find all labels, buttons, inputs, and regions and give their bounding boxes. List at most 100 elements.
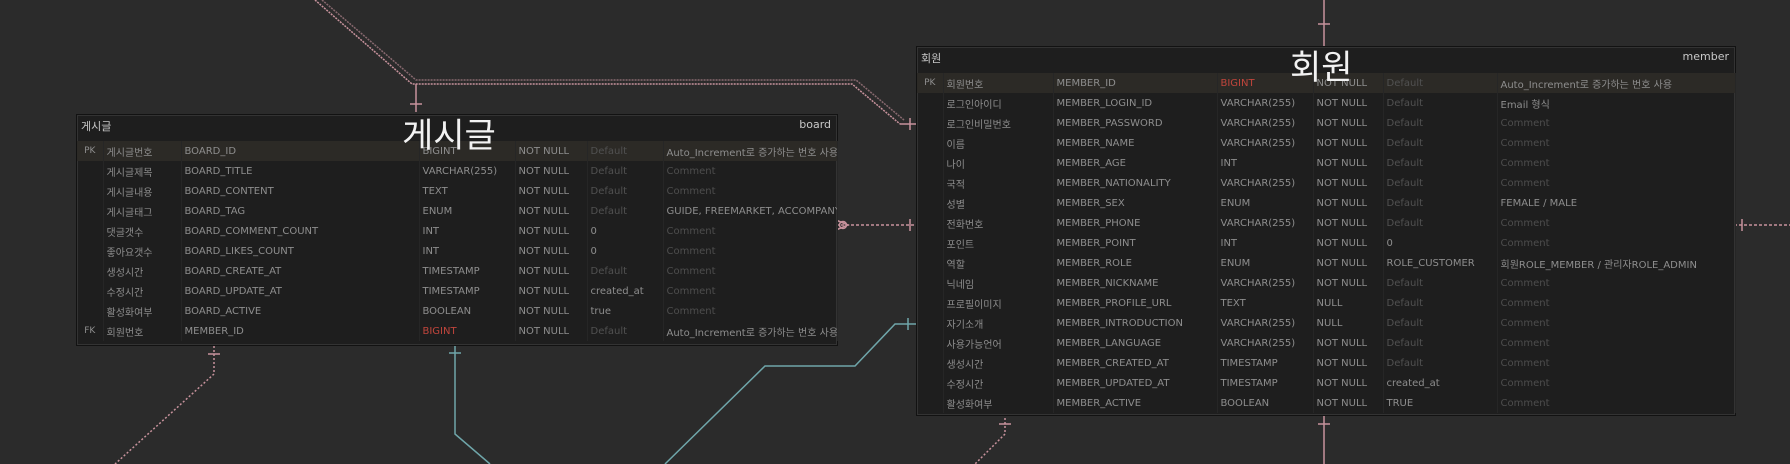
board-default-cell: 0 bbox=[587, 221, 664, 241]
board-nn-cell: NOT NULL bbox=[515, 281, 588, 301]
member-default-cell: Default bbox=[1383, 333, 1498, 353]
relation-line-teal-board bbox=[454, 346, 491, 464]
board-comment-cell: Comment bbox=[663, 161, 838, 181]
board-nn-cell: NOT NULL bbox=[515, 241, 588, 261]
member-column-row[interactable]: 활성화여부 MEMBER_ACTIVE BOOLEAN NOT NULL TRUE Com… bbox=[917, 393, 1736, 413]
board-comment-cell: Comment bbox=[663, 281, 838, 301]
member-column-row[interactable]: 사용가능언어 MEMBER_LANGUAGE VARCHAR(255) NOT NUL… bbox=[917, 333, 1736, 353]
member-physical-cell: MEMBER_PHONE bbox=[1053, 213, 1218, 233]
board-column-row[interactable]: 활성화여부 BOARD_ACTIVE BOOLEAN NOT NULL true Comm… bbox=[77, 301, 838, 321]
board-column-row[interactable]: FK 회원번호 MEMBER_ID BIGINT NOT NULL Default Auto… bbox=[77, 321, 838, 341]
member-nn-cell: NULL bbox=[1313, 313, 1384, 333]
board-physical-cell: BOARD_TAG bbox=[181, 201, 420, 221]
board-physical-cell: BOARD_LIKES_COUNT bbox=[181, 241, 420, 261]
member-nn-cell: NOT NULL bbox=[1313, 133, 1384, 153]
board-type-cell: TIMESTAMP bbox=[419, 281, 516, 301]
member-physical-cell: MEMBER_INTRODUCTION bbox=[1053, 313, 1218, 333]
relation-line-member-bottom-1 bbox=[974, 414, 1006, 464]
board-physical-cell: MEMBER_ID bbox=[181, 321, 420, 341]
member-logical-cell: 활성화여부 bbox=[943, 393, 1054, 413]
board-comment-cell: Auto_Increment로 증가하는 번호 사용 bbox=[663, 141, 838, 161]
board-column-row[interactable]: 게시글태그 BOARD_TAG ENUM NOT NULL Default GUIDE, … bbox=[77, 201, 838, 221]
board-type-cell: INT bbox=[419, 241, 516, 261]
member-column-row[interactable]: 나이 MEMBER_AGE INT NOT NULL Default Comment bbox=[917, 153, 1736, 173]
member-default-cell: created_at bbox=[1383, 373, 1498, 393]
board-key-icon: PK bbox=[77, 141, 104, 161]
board-column-row[interactable]: 댓글갯수 BOARD_COMMENT_COUNT INT NOT NULL 0 Comme… bbox=[77, 221, 838, 241]
member-type-cell: VARCHAR(255) bbox=[1217, 273, 1314, 293]
member-default-cell: Default bbox=[1383, 153, 1498, 173]
board-nn-cell: NOT NULL bbox=[515, 201, 588, 221]
member-header-physical-name: member bbox=[1682, 50, 1729, 63]
board-column-row[interactable]: 게시글내용 BOARD_CONTENT TEXT NOT NULL Default Com… bbox=[77, 181, 838, 201]
board-default-cell: Default bbox=[587, 201, 664, 221]
member-nn-cell: NOT NULL bbox=[1313, 353, 1384, 373]
board-comment-cell: Comment bbox=[663, 221, 838, 241]
member-comment-cell: Comment bbox=[1497, 333, 1736, 353]
member-column-row[interactable]: 국적 MEMBER_NATIONALITY VARCHAR(255) NOT NULL… bbox=[917, 173, 1736, 193]
board-key-cell bbox=[77, 261, 104, 281]
member-column-row[interactable]: 성별 MEMBER_SEX ENUM NOT NULL Default FEMALE / … bbox=[917, 193, 1736, 213]
member-default-cell: Default bbox=[1383, 353, 1498, 373]
member-column-row[interactable]: 자기소개 MEMBER_INTRODUCTION VARCHAR(255) NULL D… bbox=[917, 313, 1736, 333]
member-column-row[interactable]: 역할 MEMBER_ROLE ENUM NOT NULL ROLE_CUSTOMER 회원… bbox=[917, 253, 1736, 273]
member-comment-cell: Comment bbox=[1497, 373, 1736, 393]
member-nn-cell: NOT NULL bbox=[1313, 233, 1384, 253]
member-logical-cell: 로그인아이디 bbox=[943, 93, 1054, 113]
board-columns: PK 게시글번호 BOARD_ID BIGINT NOT NULL Default Auto… bbox=[77, 141, 838, 341]
board-type-cell: TEXT bbox=[419, 181, 516, 201]
board-column-row[interactable]: 좋아요갯수 BOARD_LIKES_COUNT INT NOT NULL 0 Commen… bbox=[77, 241, 838, 261]
member-logical-cell: 이름 bbox=[943, 133, 1054, 153]
member-column-row[interactable]: 생성시간 MEMBER_CREATED_AT TIMESTAMP NOT NULL De… bbox=[917, 353, 1736, 373]
member-default-cell: Default bbox=[1383, 313, 1498, 333]
board-key-cell bbox=[77, 201, 104, 221]
board-comment-cell: Auto_Increment로 증가하는 번호 사용 bbox=[663, 321, 838, 341]
member-column-row[interactable]: 닉네임 MEMBER_NICKNAME VARCHAR(255) NOT NULL De… bbox=[917, 273, 1736, 293]
member-type-cell: VARCHAR(255) bbox=[1217, 213, 1314, 233]
member-key-cell bbox=[917, 273, 944, 293]
member-column-row[interactable]: 포인트 MEMBER_POINT INT NOT NULL 0 Comment bbox=[917, 233, 1736, 253]
member-physical-cell: MEMBER_PASSWORD bbox=[1053, 113, 1218, 133]
board-logical-cell: 게시글태그 bbox=[103, 201, 182, 221]
board-key-cell bbox=[77, 241, 104, 261]
member-comment-cell: FEMALE / MALE bbox=[1497, 193, 1736, 213]
member-default-cell: Default bbox=[1383, 213, 1498, 233]
board-default-cell: Default bbox=[587, 161, 664, 181]
member-key-cell bbox=[917, 173, 944, 193]
board-default-cell: Default bbox=[587, 181, 664, 201]
board-default-cell: true bbox=[587, 301, 664, 321]
member-column-row[interactable]: 로그인비밀번호 MEMBER_PASSWORD VARCHAR(255) NOT NU… bbox=[917, 113, 1736, 133]
member-type-cell: TIMESTAMP bbox=[1217, 353, 1314, 373]
member-column-row[interactable]: 로그인아이디 MEMBER_LOGIN_ID VARCHAR(255) NOT NUL… bbox=[917, 93, 1736, 113]
board-column-row[interactable]: 생성시간 BOARD_CREATE_AT TIMESTAMP NOT NULL Defa… bbox=[77, 261, 838, 281]
member-physical-cell: MEMBER_CREATED_AT bbox=[1053, 353, 1218, 373]
member-column-row[interactable]: 전화번호 MEMBER_PHONE VARCHAR(255) NOT NULL Defa… bbox=[917, 213, 1736, 233]
member-logical-cell: 회원번호 bbox=[943, 73, 1054, 93]
member-comment-cell: Comment bbox=[1497, 293, 1736, 313]
member-type-cell: INT bbox=[1217, 233, 1314, 253]
board-comment-cell: GUIDE, FREEMARKET, ACCOMPANY, TIP bbox=[663, 201, 838, 221]
member-type-cell: VARCHAR(255) bbox=[1217, 113, 1314, 133]
board-header-logical-name: 게시글 bbox=[81, 120, 112, 133]
board-type-cell: BOOLEAN bbox=[419, 301, 516, 321]
member-column-row[interactable]: 프로필이미지 MEMBER_PROFILE_URL TEXT NULL Default C… bbox=[917, 293, 1736, 313]
member-type-cell: BOOLEAN bbox=[1217, 393, 1314, 413]
board-column-row[interactable]: 게시글제목 BOARD_TITLE VARCHAR(255) NOT NULL Defa… bbox=[77, 161, 838, 181]
member-type-cell: VARCHAR(255) bbox=[1217, 133, 1314, 153]
member-nn-cell: NOT NULL bbox=[1313, 193, 1384, 213]
member-column-row[interactable]: 수정시간 MEMBER_UPDATED_AT TIMESTAMP NOT NULL cr… bbox=[917, 373, 1736, 393]
member-logical-cell: 닉네임 bbox=[943, 273, 1054, 293]
member-nn-cell: NOT NULL bbox=[1313, 173, 1384, 193]
member-table[interactable]: 회원 member PK 회원번호 MEMBER_ID BIGINT NOT NULL D… bbox=[916, 46, 1736, 416]
member-physical-cell: MEMBER_NAME bbox=[1053, 133, 1218, 153]
member-comment-cell: Comment bbox=[1497, 173, 1736, 193]
member-default-cell: Default bbox=[1383, 273, 1498, 293]
member-key-cell bbox=[917, 93, 944, 113]
member-default-cell: Default bbox=[1383, 73, 1498, 93]
member-type-cell: VARCHAR(255) bbox=[1217, 173, 1314, 193]
board-column-row[interactable]: 수정시간 BOARD_UPDATE_AT TIMESTAMP NOT NULL crea… bbox=[77, 281, 838, 301]
member-comment-cell: Comment bbox=[1497, 393, 1736, 413]
member-logical-cell: 생성시간 bbox=[943, 353, 1054, 373]
member-key-cell bbox=[917, 153, 944, 173]
member-column-row[interactable]: 이름 MEMBER_NAME VARCHAR(255) NOT NULL Default… bbox=[917, 133, 1736, 153]
